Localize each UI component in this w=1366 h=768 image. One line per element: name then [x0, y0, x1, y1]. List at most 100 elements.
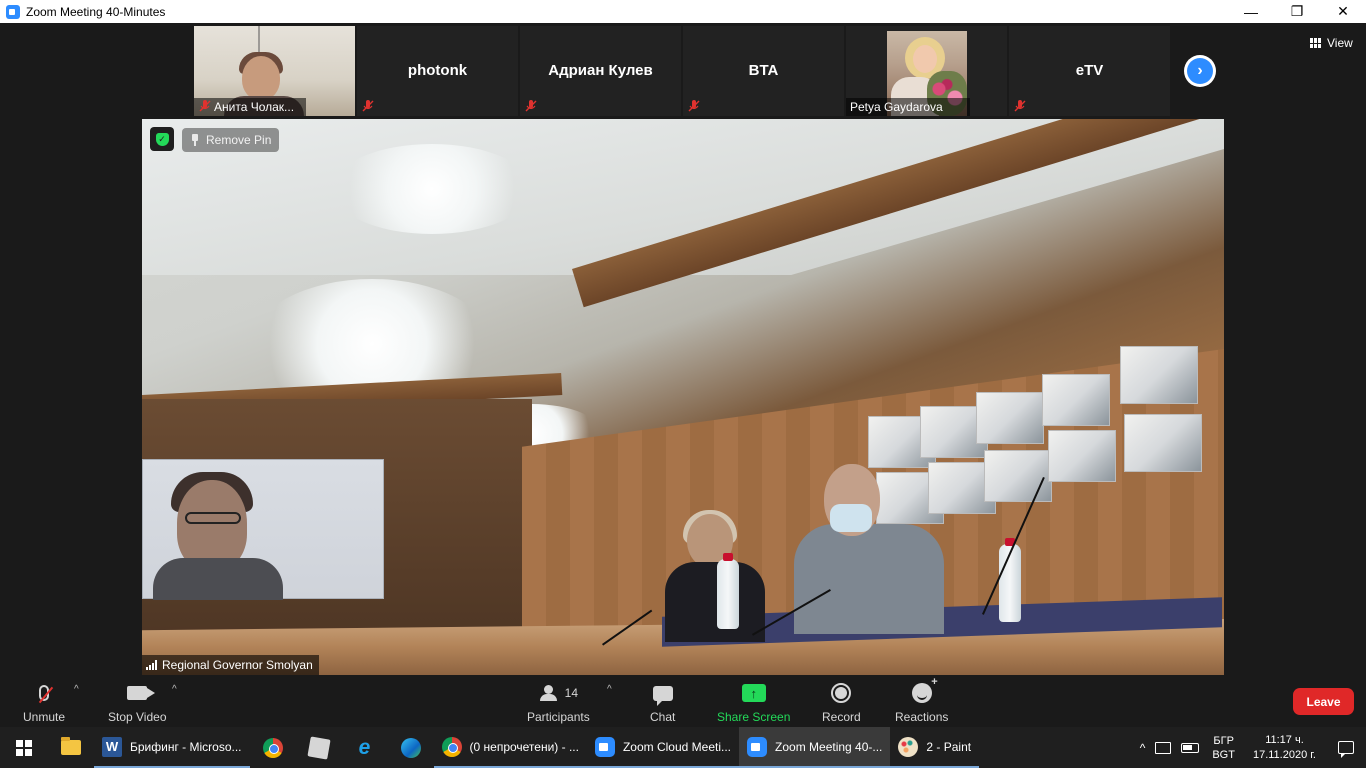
participant-name: photonk [407, 62, 468, 79]
edge-icon [400, 737, 421, 758]
taskbar-app-label: Zoom Cloud Meeti... [622, 739, 732, 754]
title-bar: Zoom Meeting 40-Minutes — ❐ ✕ [0, 0, 1366, 23]
zoom-app-icon [6, 4, 20, 19]
notifications-button[interactable] [1326, 741, 1366, 758]
stop-video-button[interactable]: Stop Video [108, 682, 167, 724]
chat-button[interactable]: Chat [650, 682, 675, 724]
remote-participant-body [153, 558, 283, 600]
pinned-video[interactable]: ✓ Remove Pin Regional Governor Smolyan [142, 119, 1224, 675]
tool-icon [306, 735, 331, 760]
meeting-controls: Unmute ^ Stop Video ^ 14 Participants ^ … [0, 676, 1366, 727]
record-button[interactable]: Record [822, 682, 861, 724]
leave-button[interactable]: Leave [1293, 688, 1354, 715]
notification-icon [1338, 741, 1354, 758]
participant-tile[interactable]: photonk [357, 26, 518, 116]
participants-options-caret[interactable]: ^ [607, 684, 612, 695]
taskbar-app-label: (0 непрочетени) - ... [469, 739, 579, 754]
show-hidden-icons-chevron[interactable]: ^ [1135, 741, 1151, 755]
windows-logo-icon [16, 739, 32, 756]
reactions-button[interactable]: Reactions [895, 676, 948, 724]
taskbar-edge[interactable] [388, 727, 434, 768]
remove-pin-button[interactable]: Remove Pin [182, 128, 280, 152]
network-icon[interactable] [1150, 741, 1176, 754]
meeting-area: Анита Чолак... photonk Адриан Кулев BTA [0, 23, 1366, 678]
language-code: БГР [1213, 734, 1234, 747]
taskbar-app-word[interactable]: W Брифинг - Microso... [94, 727, 250, 768]
record-icon [831, 683, 852, 703]
video-camera-icon [127, 686, 156, 700]
taskbar-app-chrome[interactable]: (0 непрочетени) - ... [433, 727, 587, 768]
participant-tile[interactable]: eTV [1009, 26, 1170, 116]
smiley-add-icon [911, 676, 938, 703]
taskbar-app-label: Zoom Meeting 40-... [775, 739, 883, 754]
taskbar-app-zoom-meeting[interactable]: Zoom Meeting 40-... [739, 727, 891, 768]
battery-icon[interactable] [1176, 742, 1204, 753]
minimize-button[interactable]: — [1228, 0, 1274, 23]
unmute-label: Unmute [23, 710, 66, 724]
person-body [794, 524, 944, 634]
poster [1120, 346, 1198, 404]
mic-muted-icon [688, 100, 700, 112]
gallery-strip: Анита Чолак... photonk Адриан Кулев BTA [194, 26, 1170, 116]
speaker-name-label: Regional Governor Smolyan [142, 655, 319, 675]
participant-tile[interactable]: Адриан Кулев [520, 26, 681, 116]
window-title: Zoom Meeting 40-Minutes [26, 4, 166, 19]
poster [1048, 430, 1116, 482]
paint-icon [898, 736, 919, 757]
restore-button[interactable]: ❐ [1274, 0, 1320, 23]
participant-face [913, 45, 937, 73]
participants-button[interactable]: 14 Participants [527, 682, 590, 724]
record-label: Record [822, 710, 861, 724]
participant-tile[interactable]: Анита Чолак... [194, 26, 355, 116]
taskbar-app-label: 2 - Paint [926, 739, 972, 754]
mic-muted-icon [1014, 100, 1026, 112]
taskbar-app-label: Брифинг - Microso... [130, 739, 242, 754]
taskbar-chrome[interactable] [250, 727, 296, 768]
share-screen-button[interactable]: ↑ Share Screen [717, 682, 790, 724]
unmute-button[interactable]: Unmute [23, 682, 65, 724]
clock[interactable]: 11:17 ч. 17.11.2020 г. [1243, 733, 1326, 763]
view-button[interactable]: View [1302, 31, 1361, 55]
taskbar-app-zoom-cloud[interactable]: Zoom Cloud Meeti... [586, 727, 740, 768]
participant-tile[interactable]: BTA [683, 26, 844, 116]
taskbar-internet-explorer[interactable]: e [342, 727, 388, 768]
gallery-view-icon [1310, 38, 1321, 48]
seated-person [657, 510, 767, 642]
start-button[interactable] [0, 727, 48, 768]
clock-date: 17.11.2020 г. [1252, 748, 1316, 761]
input-language[interactable]: БГР BGT [1204, 734, 1243, 762]
video-options-caret[interactable]: ^ [172, 684, 177, 695]
chrome-icon [441, 736, 462, 757]
taskbar-tool[interactable] [296, 727, 342, 768]
taskbar-app-paint[interactable]: 2 - Paint [890, 727, 980, 768]
view-label: View [1327, 36, 1353, 50]
glasses [185, 512, 241, 524]
mic-muted-icon [199, 100, 211, 112]
folder-icon [61, 737, 81, 755]
audio-options-caret[interactable]: ^ [74, 684, 79, 695]
zoom-icon [594, 736, 615, 757]
taskbar-file-explorer[interactable] [48, 727, 94, 768]
word-icon: W [102, 736, 122, 757]
participant-name: BTA [748, 62, 779, 79]
clock-time: 11:17 ч. [1265, 733, 1304, 746]
poster [984, 450, 1052, 502]
close-button[interactable]: ✕ [1320, 0, 1366, 23]
system-tray: ^ БГР BGT 11:17 ч. 17.11.2020 г. [1135, 727, 1366, 768]
next-page-button[interactable]: › [1184, 55, 1216, 87]
ceiling-light [332, 144, 532, 234]
participant-name: eTV [1075, 62, 1104, 79]
stop-video-label: Stop Video [108, 710, 167, 724]
face-mask [830, 504, 872, 532]
participant-face [242, 56, 280, 100]
speaker-name: Regional Governor Smolyan [162, 658, 313, 672]
signal-strength-icon [146, 660, 157, 670]
poster [1124, 414, 1202, 472]
chrome-icon [262, 737, 283, 758]
poster [976, 392, 1044, 444]
mic-muted-icon [525, 100, 537, 112]
participant-tile[interactable]: Petya Gaydarova [846, 26, 1007, 116]
participants-icon [539, 685, 559, 701]
shield-check-icon[interactable]: ✓ [150, 127, 174, 151]
taskbar: W Брифинг - Microso... e (0 непрочетени)… [0, 727, 1366, 768]
